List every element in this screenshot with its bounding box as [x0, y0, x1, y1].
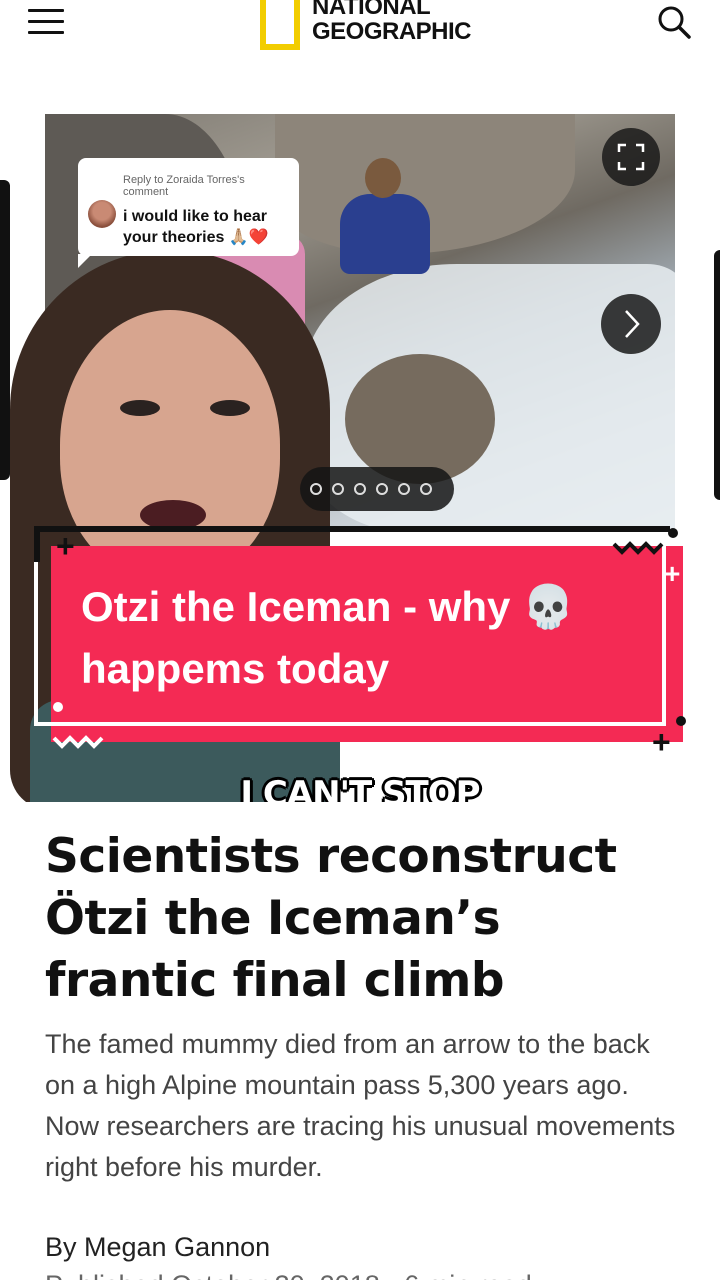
site-header: NATIONAL GEOGRAPHIC	[0, 0, 720, 80]
national-geographic-logo[interactable]: NATIONAL GEOGRAPHIC	[258, 0, 478, 52]
expand-icon	[617, 143, 645, 171]
reply-text: i would like to hear your theories 🙏🏼❤️	[123, 208, 269, 246]
logo-text: NATIONAL GEOGRAPHIC	[312, 0, 472, 45]
plus-decoration: +	[56, 528, 75, 564]
article-headline: Scientists reconstruct Ötzi the Iceman’s…	[45, 829, 617, 1008]
dot-decoration	[668, 528, 678, 538]
search-icon[interactable]	[656, 4, 692, 40]
commenter-avatar	[88, 200, 116, 228]
published-date: Published October 30, 2018 • 6 min read	[45, 1270, 685, 1280]
dot-decoration	[676, 716, 686, 726]
edge-shape	[0, 180, 10, 480]
edge-shape	[714, 250, 720, 500]
plus-decoration: +	[664, 558, 681, 589]
hamburger-menu-icon[interactable]	[28, 9, 64, 35]
video-caption: I CAN'T STOP	[240, 774, 480, 802]
title-card-frame	[34, 528, 666, 726]
carousel-dot[interactable]	[376, 483, 388, 495]
article-dek: The famed mummy died from an arrow to th…	[45, 1029, 676, 1182]
article-published: Published October 30, 2018 • 6 min read	[45, 1270, 685, 1280]
carousel-dot[interactable]	[420, 483, 432, 495]
plus-decoration: +	[652, 724, 671, 760]
chevron-right-icon	[625, 310, 640, 338]
title-card-frame-left	[34, 526, 40, 562]
carousel-dot[interactable]	[398, 483, 410, 495]
carousel-dot[interactable]	[332, 483, 344, 495]
reply-comment-bubble[interactable]: Reply to Zoraida Torres's comment i woul…	[78, 158, 299, 268]
zigzag-decoration	[612, 541, 664, 555]
dot-decoration	[53, 702, 63, 712]
article-byline[interactable]: By Megan Gannon	[45, 1232, 270, 1263]
title-card-frame-top	[34, 526, 670, 532]
carousel-dot[interactable]	[354, 483, 366, 495]
zigzag-decoration	[52, 735, 104, 749]
carousel-dot[interactable]	[310, 483, 322, 495]
carousel-dots[interactable]	[300, 467, 454, 511]
carousel-next-button[interactable]	[601, 294, 661, 354]
reply-label: Reply to Zoraida Torres's comment	[123, 174, 245, 198]
logo-yellow-border	[260, 0, 300, 50]
logo-line-1: NATIONAL	[312, 0, 431, 20]
logo-line-2: GEOGRAPHIC	[312, 18, 472, 45]
fullscreen-button[interactable]	[602, 128, 660, 186]
video-overlay[interactable]: Reply to Zoraida Torres's comment i woul…	[0, 80, 720, 802]
